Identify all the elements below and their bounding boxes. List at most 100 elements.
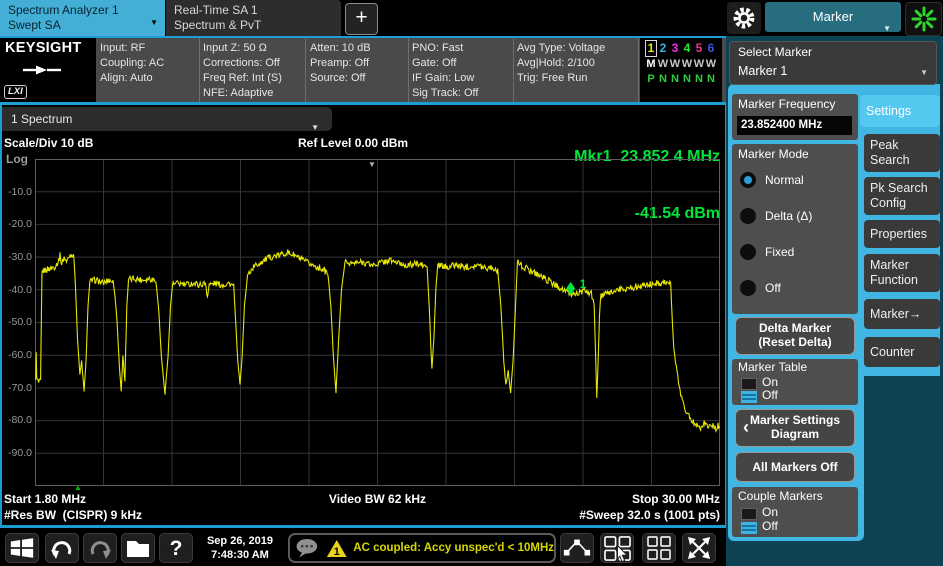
toggle-on-indicator [741,508,757,520]
fullscreen-button[interactable] [682,533,716,563]
bottom-toolbar: ? Sep 26, 2019 7:48:30 AM 1 AC coupled: … [0,531,726,566]
toggle-off-indicator [741,522,757,534]
grid-2x2-icon [645,534,673,562]
radio-delta[interactable]: Delta (Δ) [740,208,812,224]
analyzer-screen: Spectrum Analyzer 1 Swept SA ▼ Real-Time… [0,0,943,566]
sequencer-button[interactable] [560,533,594,563]
status-annunciator[interactable]: 1 AC coupled: Accy unspec'd < 10MHz [288,533,556,563]
warning-triangle-icon: 1 [326,537,347,560]
spectrum-plot[interactable]: 1 [35,159,720,486]
couple-markers-toggle[interactable]: Couple Markers On Off [732,487,858,537]
divider [638,38,639,102]
alert-text: AC coupled: Accy unspec'd < 10MHz [353,542,554,554]
chevron-down-icon: ▼ [150,15,158,30]
chevron-down-icon: ▼ [920,68,928,77]
marker-mode-label: Marker Mode [738,147,809,161]
select-marker-label: Select Marker [738,45,812,59]
marker-settings-diagram-button[interactable]: ‹ Marker Settings Diagram [735,409,855,447]
marker-menu-panel: Select Marker Marker 1 ▼ Marker Frequenc… [726,36,943,566]
marker-mode-group: Marker Mode Normal Delta (Δ) Fixed Off [732,144,858,314]
radio-normal[interactable]: Normal [740,172,804,188]
tab-title: Real-Time SA 1 [174,3,341,18]
help-button[interactable]: ? [159,533,193,563]
tab-properties[interactable]: Properties [864,220,940,248]
undo-button[interactable] [45,533,79,563]
marker-frequency-field[interactable]: 23.852400 MHz [737,116,852,135]
delta-marker-button[interactable]: Delta Marker (Reset Delta) [735,317,855,355]
y-tick: -70.0 [2,382,32,394]
tab-realtime-sa[interactable]: Real-Time SA 1 Spectrum & PvT [166,0,341,36]
lxi-badge: LXI [4,85,27,99]
marker-mode-row: MWWWWW [645,57,722,72]
y-tick: -80.0 [2,414,32,426]
window-layout-button[interactable] [642,533,676,563]
system-settings-button[interactable] [727,2,761,34]
radio-icon [740,208,756,224]
tab-peak-search[interactable]: Peak Search [864,134,940,172]
touch-screen-icon [603,535,632,562]
toggle-off-label: Off [762,519,778,533]
windows-start-button[interactable] [5,533,39,563]
tab-swept-sa[interactable]: Spectrum Analyzer 1 Swept SA ▼ [0,0,165,36]
svg-text:1: 1 [580,277,587,291]
tab-subtitle: Spectrum & PvT [174,18,341,33]
busy-indicator-button[interactable] [905,2,942,36]
gear-icon [729,3,759,33]
y-tick: -10.0 [2,186,32,198]
settings-col-impedance: Input Z: 50 ΩCorrections: OffFreq Ref: I… [203,41,282,101]
redo-button[interactable] [83,533,117,563]
tab-subtitle: Swept SA [8,18,165,33]
keysight-arrow-icon [22,64,68,76]
alert-count: 1 [334,545,340,557]
settings-header-bar[interactable]: KEYSIGHT LXI Input: RFCoupling: ACAlign:… [0,38,726,102]
all-markers-off-button[interactable]: All Markers Off [735,452,855,482]
y-tick: -40.0 [2,284,32,296]
marker-frequency-box: Marker Frequency 23.852400 MHz [732,94,858,140]
radio-off[interactable]: Off [740,280,781,296]
toggle-off-indicator [741,391,757,403]
trace-selector[interactable]: 1 Spectrum ▼ [2,107,332,131]
radio-icon [740,244,756,260]
marker-detector-row: PNNNNN [645,72,722,87]
sequence-icon [562,536,592,560]
y-tick: -20.0 [2,218,32,230]
add-tab-button[interactable]: + [345,3,378,35]
tab-counter[interactable]: Counter [864,337,940,367]
res-bw-label[interactable]: #Res BW (CISPR) 9 kHz [4,508,142,522]
settings-col-input: Input: RFCoupling: ACAlign: Auto [100,41,164,86]
radio-icon [740,172,756,188]
radio-fixed[interactable]: Fixed [740,244,794,260]
center-freq-marker-icon: ▼ [368,161,376,169]
active-menu-button[interactable]: Marker ▼ [765,2,901,32]
touch-mode-button[interactable] [600,533,634,563]
divider [513,38,514,102]
toggle-on-indicator [741,378,757,390]
scale-div-label[interactable]: Scale/Div 10 dB [4,136,93,150]
message-bubble-icon [294,535,320,561]
file-explorer-button[interactable] [121,533,155,563]
tab-settings[interactable]: Settings [860,95,940,127]
undo-icon [48,534,76,562]
tab-title: Spectrum Analyzer 1 [8,3,165,18]
select-marker-value: Marker 1 [738,64,787,78]
select-marker-dropdown[interactable]: Select Marker Marker 1 ▼ [729,41,937,85]
y-tick: -30.0 [2,251,32,263]
divider [408,38,409,102]
y-tick: -50.0 [2,316,32,328]
date-time-display: Sep 26, 2019 7:48:30 AM [196,534,284,562]
marker-table-toggle[interactable]: Marker Table On Off [732,359,858,405]
tab-pk-search-config[interactable]: Pk Search Config [864,177,940,215]
tab-marker-to[interactable]: Marker→ [864,299,940,329]
toggle-on-label: On [762,375,778,389]
sweep-time-label[interactable]: #Sweep 32.0 s (1001 pts) [420,508,720,522]
folder-icon [124,535,152,561]
ref-level-label[interactable]: Ref Level 0.00 dBm [298,136,408,150]
tab-marker-function[interactable]: Marker Function [864,254,940,292]
spinner-starburst-icon [910,5,938,33]
stop-freq-label[interactable]: Stop 30.00 MHz [420,492,720,506]
expand-arrows-icon [685,534,713,562]
marker-status-block: 123456 MWWWWW PNNNNN [640,38,722,102]
keysight-logo: KEYSIGHT LXI [0,38,96,102]
marker-frequency-label: Marker Frequency [738,97,835,111]
divider [305,38,306,102]
